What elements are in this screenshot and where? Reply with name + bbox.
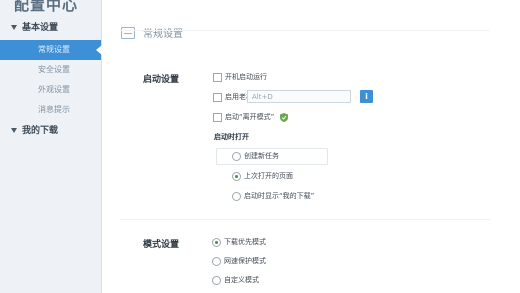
option-label: 下载优先模式 (224, 238, 266, 246)
sidebar: 配置中心 基本设置 常规设置 安全设置 外观设置 消息提示 我的下载 (0, 0, 102, 293)
chevron-down-icon (11, 128, 17, 133)
info-button[interactable]: i (360, 90, 373, 103)
sidebar-item-general[interactable]: 常规设置 (0, 40, 102, 60)
header-divider (120, 30, 490, 31)
list-icon (121, 27, 135, 39)
custom-mode-radio[interactable] (212, 275, 221, 285)
option-label: 网速保护模式 (224, 257, 266, 265)
speed-protect-radio[interactable] (212, 256, 221, 266)
hotkey-input[interactable]: Alt+D (247, 90, 351, 103)
show-downloads-radio[interactable] (232, 191, 241, 201)
download-priority-radio[interactable] (212, 237, 221, 247)
sidebar-item-notifications[interactable]: 消息提示 (0, 100, 101, 120)
last-page-radio[interactable] (232, 171, 241, 181)
startup-section-label: 启动设置 (143, 75, 180, 85)
option-label: 启动“离开模式” (225, 113, 275, 121)
sidebar-item-label: 外观设置 (38, 85, 70, 94)
radio-option-speed-protect[interactable]: 网速保护模式 (212, 254, 266, 268)
radio-option-last-page[interactable]: 上次打开的页面 (232, 169, 293, 183)
option-label: 自定义模式 (224, 276, 259, 284)
sidebar-item-label: 常规设置 (38, 45, 70, 54)
sidebar-group-my-downloads[interactable]: 我的下载 (0, 122, 101, 140)
option-label: 创建新任务 (244, 152, 279, 160)
autostart-checkbox[interactable] (213, 72, 222, 82)
sidebar-group-label: 基本设置 (22, 23, 59, 33)
option-label: 启动时显示“我的下载” (244, 192, 315, 200)
mode-section-label: 模式设置 (143, 240, 180, 250)
app-title: 配置中心 (14, 0, 79, 14)
shield-icon (279, 112, 288, 122)
away-mode-checkbox[interactable] (213, 112, 222, 122)
settings-window: 配置中心 基本设置 常规设置 安全设置 外观设置 消息提示 我的下载 常规设置 … (0, 0, 520, 293)
new-task-radio[interactable] (232, 151, 241, 161)
chevron-down-icon (11, 25, 17, 30)
sidebar-group-basic-settings[interactable]: 基本设置 (0, 19, 101, 37)
option-autostart[interactable]: 开机启动运行 (213, 70, 267, 84)
section-header: 常规设置 (110, 22, 490, 44)
sidebar-item-security[interactable]: 安全设置 (0, 60, 101, 80)
sidebar-item-label: 消息提示 (38, 105, 70, 114)
radio-option-download-priority[interactable]: 下载优先模式 (212, 235, 266, 249)
option-label: 开机启动运行 (225, 73, 267, 81)
sidebar-item-appearance[interactable]: 外观设置 (0, 80, 101, 100)
sidebar-group-label: 我的下载 (22, 126, 59, 136)
radio-option-show-downloads[interactable]: 启动时显示“我的下载” (232, 189, 314, 203)
boss-key-checkbox[interactable] (213, 92, 222, 102)
sidebar-item-label: 安全设置 (38, 65, 70, 74)
radio-option-custom[interactable]: 自定义模式 (212, 273, 259, 287)
section-divider (120, 219, 490, 220)
radio-option-new-task[interactable]: 创建新任务 (232, 149, 279, 163)
option-label: 上次打开的页面 (244, 172, 293, 180)
page-title: 常规设置 (143, 29, 183, 40)
open-on-start-label: 启动时打开 (214, 133, 249, 141)
option-away-mode[interactable]: 启动“离开模式” (213, 110, 288, 124)
